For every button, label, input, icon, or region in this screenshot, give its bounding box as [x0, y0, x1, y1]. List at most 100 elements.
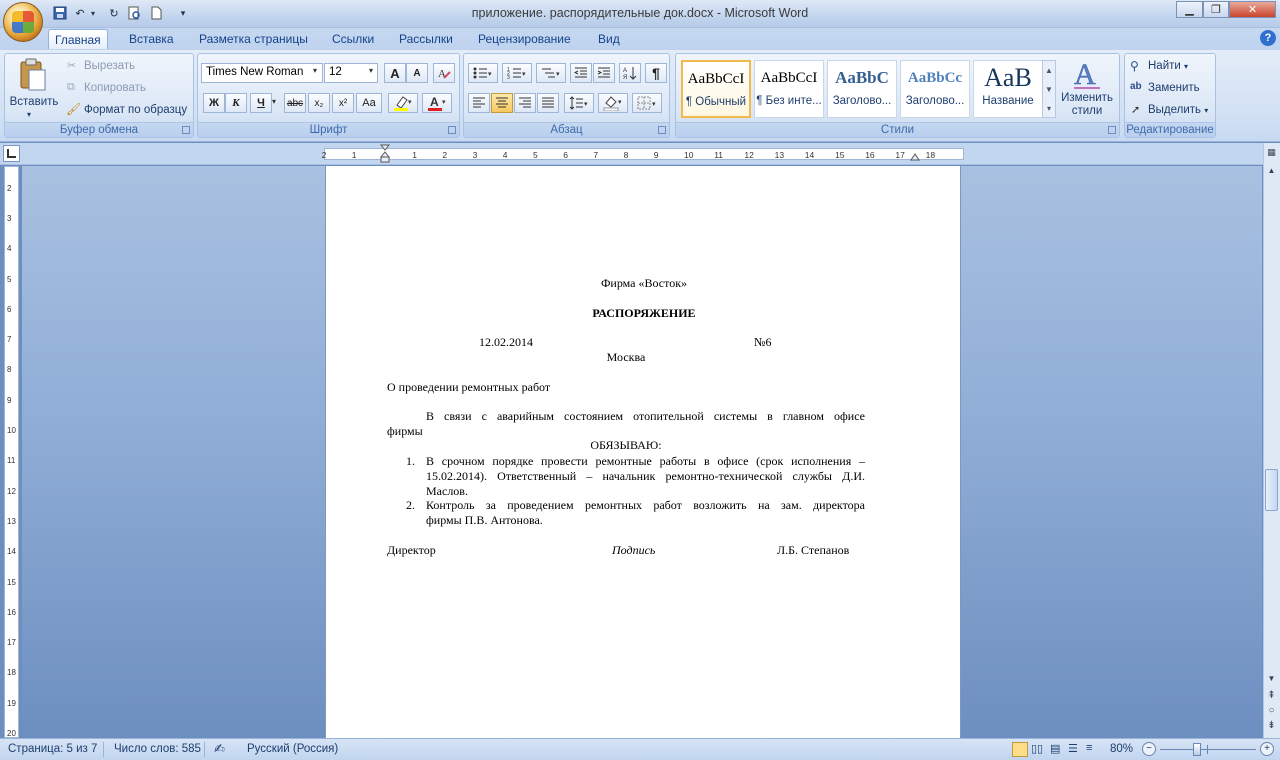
- zoom-slider[interactable]: [1160, 749, 1256, 750]
- right-indent-marker-icon[interactable]: [910, 150, 920, 162]
- zoom-level[interactable]: 80%: [1110, 743, 1133, 755]
- cut-button[interactable]: Вырезать: [83, 56, 136, 76]
- document-page[interactable]: Фирма «Восток» РАСПОРЯЖЕНИЕ 12.02.2014 №…: [325, 166, 961, 738]
- minimize-button[interactable]: ▁: [1176, 1, 1203, 18]
- font-name-dropdown-icon[interactable]: ▾: [313, 66, 317, 75]
- indent-marker-icon[interactable]: [379, 144, 391, 164]
- sort-icon[interactable]: AЯ: [619, 63, 641, 83]
- tab-page-layout[interactable]: Разметка страницы: [193, 29, 314, 49]
- ruler-tick-label: 1: [412, 150, 417, 160]
- svg-text:▾: ▾: [652, 101, 656, 108]
- shading-icon[interactable]: ▾: [598, 93, 628, 113]
- change-styles-button[interactable]: Изменить стили: [1056, 92, 1118, 118]
- page-indicator[interactable]: Страница: 5 из 7: [8, 743, 97, 755]
- styles-launcher-icon[interactable]: [1108, 126, 1116, 134]
- customize-toolbar-icon[interactable]: ▾: [176, 5, 190, 21]
- style-no-spacing[interactable]: AaBbCcI ¶ Без инте...: [754, 60, 824, 118]
- zoom-out-icon[interactable]: −: [1142, 742, 1156, 756]
- clipboard-launcher-icon[interactable]: [182, 126, 190, 134]
- language-indicator[interactable]: Русский (Россия): [247, 743, 338, 755]
- font-size-dropdown-icon[interactable]: ▾: [369, 66, 373, 75]
- multilevel-list-icon[interactable]: ▾: [536, 63, 566, 83]
- align-left-icon[interactable]: [468, 93, 490, 113]
- font-name-combo[interactable]: Times New Roman: [201, 63, 323, 83]
- vertical-scrollbar[interactable]: [1263, 143, 1280, 738]
- vertical-ruler[interactable]: 2 3 4 5 6 7 8 9 10 11 12 13 14 15 16 17 18 19 20: [4, 166, 19, 738]
- previous-page-icon[interactable]: ⇞: [1264, 690, 1279, 704]
- undo-dropdown-icon[interactable]: ▾: [88, 5, 98, 21]
- superscript-button[interactable]: x²: [332, 93, 354, 113]
- print-preview-icon[interactable]: [126, 5, 142, 21]
- zoom-slider-thumb[interactable]: [1193, 743, 1201, 756]
- draft-icon[interactable]: ≡: [1086, 742, 1092, 754]
- paragraph-launcher-icon[interactable]: [658, 126, 666, 134]
- tab-insert[interactable]: Вставка: [123, 29, 180, 49]
- change-styles-icon[interactable]: A: [1070, 58, 1104, 92]
- office-button[interactable]: [3, 2, 43, 42]
- close-button[interactable]: ✕: [1229, 1, 1276, 18]
- scroll-down-icon[interactable]: ▼: [1264, 674, 1279, 688]
- save-icon[interactable]: [52, 5, 68, 21]
- browse-object-icon[interactable]: ○: [1264, 705, 1279, 719]
- borders-icon[interactable]: ▾: [632, 93, 662, 113]
- paste-button[interactable]: Вставить: [9, 92, 59, 112]
- style-normal[interactable]: AaBbCcI ¶ Обычный: [681, 60, 751, 118]
- grow-font-button[interactable]: A: [384, 63, 406, 83]
- numbering-icon[interactable]: 1 2 3 ▾: [502, 63, 532, 83]
- maximize-button[interactable]: ❐: [1203, 1, 1229, 18]
- paste-icon[interactable]: [17, 58, 47, 92]
- replace-button[interactable]: Заменить: [1147, 78, 1201, 98]
- styles-scroll[interactable]: ▲ ▼ ▾: [1042, 60, 1056, 118]
- shrink-font-button[interactable]: A: [406, 63, 428, 83]
- web-layout-icon[interactable]: ▤: [1050, 742, 1060, 755]
- font-color-icon[interactable]: A ▾: [422, 93, 452, 113]
- full-screen-reading-icon[interactable]: ▯▯: [1031, 742, 1043, 755]
- bold-button[interactable]: Ж: [203, 93, 225, 113]
- italic-button[interactable]: К: [225, 93, 247, 113]
- align-right-icon[interactable]: [514, 93, 536, 113]
- tab-review[interactable]: Рецензирование: [472, 29, 577, 49]
- line-spacing-icon[interactable]: ▾: [564, 93, 594, 113]
- paste-dropdown-icon[interactable]: ▾: [27, 110, 31, 119]
- style-heading-2[interactable]: AaBbCc Заголово...: [900, 60, 970, 118]
- scroll-up-icon[interactable]: ▲: [1264, 166, 1279, 181]
- tab-references[interactable]: Ссылки: [326, 29, 380, 49]
- style-title[interactable]: AaB Название: [973, 60, 1043, 118]
- horizontal-ruler[interactable]: 2 1 1 2 3 4 5 6 7 8 9 10 11 12 13 14 15 16 17 18: [322, 148, 964, 160]
- ruler-toggle-icon[interactable]: ▦: [1264, 147, 1279, 163]
- help-icon[interactable]: ?: [1260, 30, 1276, 46]
- proofing-icon[interactable]: ✍: [214, 741, 225, 757]
- strikethrough-button[interactable]: abc: [284, 93, 306, 113]
- scrollbar-thumb[interactable]: [1265, 469, 1278, 511]
- tab-home[interactable]: Главная: [48, 29, 108, 49]
- copy-button[interactable]: Копировать: [83, 78, 147, 98]
- align-center-icon[interactable]: [491, 93, 513, 113]
- font-launcher-icon[interactable]: [448, 126, 456, 134]
- undo-icon[interactable]: ↶: [72, 5, 88, 21]
- clear-formatting-icon[interactable]: A: [433, 63, 455, 83]
- bullets-icon[interactable]: ▾: [468, 63, 498, 83]
- find-button[interactable]: Найти ▾: [1147, 56, 1189, 76]
- new-document-icon[interactable]: [148, 5, 164, 21]
- zoom-in-icon[interactable]: +: [1260, 742, 1274, 756]
- show-formatting-marks-button[interactable]: ¶: [645, 63, 667, 83]
- decrease-indent-icon[interactable]: [570, 63, 592, 83]
- change-case-button[interactable]: Aa: [356, 93, 382, 113]
- tab-mailings[interactable]: Рассылки: [393, 29, 459, 49]
- justify-icon[interactable]: [537, 93, 559, 113]
- print-layout-icon[interactable]: [1012, 742, 1028, 757]
- tab-view[interactable]: Вид: [592, 29, 626, 49]
- subscript-button[interactable]: x₂: [308, 93, 330, 113]
- underline-dropdown-icon[interactable]: ▾: [272, 97, 276, 106]
- highlight-color-icon[interactable]: ▾: [388, 93, 418, 113]
- next-page-icon[interactable]: ⇟: [1264, 720, 1279, 734]
- repeat-icon[interactable]: ↻: [106, 5, 122, 21]
- tab-selector-icon[interactable]: [3, 145, 20, 162]
- outline-icon[interactable]: ☰: [1068, 742, 1078, 755]
- underline-button[interactable]: Ч: [250, 93, 272, 113]
- style-heading-1[interactable]: AaBbC Заголово...: [827, 60, 897, 118]
- increase-indent-icon[interactable]: [593, 63, 615, 83]
- word-count[interactable]: Число слов: 585: [114, 743, 201, 755]
- format-painter-button[interactable]: Формат по образцу: [83, 100, 188, 120]
- select-button[interactable]: Выделить ▾: [1147, 100, 1209, 120]
